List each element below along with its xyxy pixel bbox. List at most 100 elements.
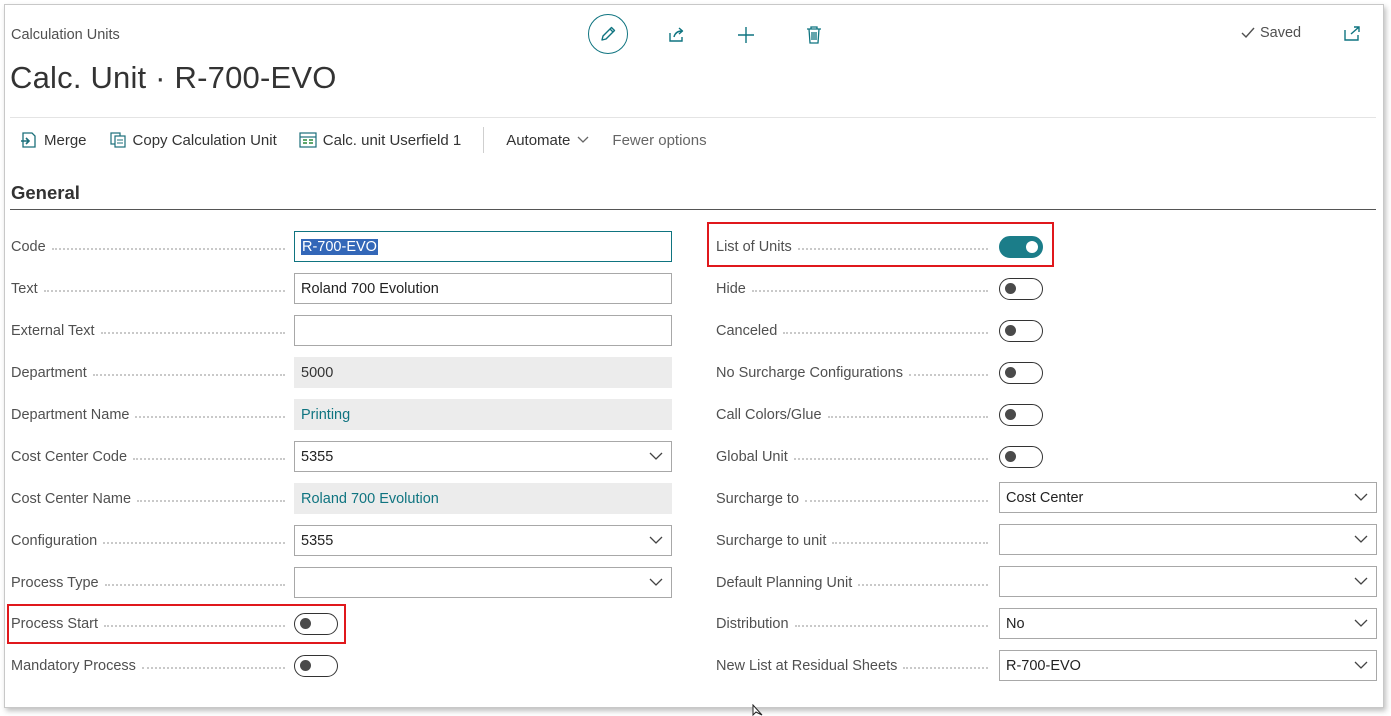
cost-center-name-label-text: Cost Center Name bbox=[11, 491, 138, 507]
call-colors-toggle[interactable] bbox=[999, 404, 1043, 426]
surcharge-to-unit-select[interactable] bbox=[999, 524, 1377, 555]
code-value: R-700-EVO bbox=[301, 238, 378, 255]
no-surcharge-label: No Surcharge Configurations bbox=[716, 363, 992, 383]
calc-unit-userfield-action[interactable]: Calc. unit Userfield 1 bbox=[299, 131, 461, 149]
text-label-text: Text bbox=[11, 281, 44, 297]
toggle-knob bbox=[300, 660, 311, 671]
new-icon bbox=[738, 27, 754, 43]
edit-button[interactable] bbox=[588, 14, 628, 54]
code-label-text: Code bbox=[11, 239, 52, 255]
no-surcharge-toggle[interactable] bbox=[999, 362, 1043, 384]
cost-center-code-label: Cost Center Code bbox=[11, 447, 289, 467]
toggle-knob bbox=[1005, 325, 1016, 336]
process-type-select[interactable] bbox=[294, 567, 672, 598]
default-planning-unit-select[interactable] bbox=[999, 566, 1377, 597]
department-field: 5000 bbox=[294, 357, 672, 388]
page-title: Calc. Unit · R-700-EVO bbox=[10, 60, 337, 95]
leader-dots bbox=[103, 542, 285, 544]
new-list-residual-label: New List at Residual Sheets bbox=[716, 656, 992, 676]
breadcrumb[interactable]: Calculation Units bbox=[11, 27, 120, 43]
open-in-new-window-button[interactable] bbox=[1340, 22, 1364, 46]
cost-center-code-select[interactable]: 5355 bbox=[294, 441, 672, 472]
leader-dots bbox=[903, 667, 988, 669]
leader-dots bbox=[133, 458, 285, 460]
chevron-down-icon bbox=[1354, 577, 1368, 585]
fewer-options-button[interactable]: Fewer options bbox=[612, 132, 706, 149]
edit-icon bbox=[601, 26, 616, 41]
leader-dots bbox=[100, 332, 285, 334]
surcharge-to-value: Cost Center bbox=[1006, 489, 1084, 506]
department-label-text: Department bbox=[11, 365, 93, 381]
department-name-field[interactable]: Printing bbox=[294, 399, 672, 430]
canceled-toggle[interactable] bbox=[999, 320, 1043, 342]
merge-icon bbox=[21, 132, 36, 148]
distribution-select[interactable]: No bbox=[999, 608, 1377, 639]
leader-dots bbox=[141, 667, 285, 669]
text-input[interactable]: Roland 700 Evolution bbox=[294, 273, 672, 304]
userfield-icon bbox=[299, 132, 317, 148]
header-divider bbox=[10, 117, 1376, 118]
department-name-value: Printing bbox=[301, 406, 351, 423]
new-button[interactable] bbox=[733, 22, 759, 48]
leader-dots bbox=[135, 416, 285, 418]
code-input[interactable]: R-700-EVO bbox=[294, 231, 672, 262]
leader-dots bbox=[43, 290, 285, 292]
delete-icon bbox=[807, 26, 821, 44]
automate-menu[interactable]: Automate bbox=[506, 132, 590, 149]
configuration-label: Configuration bbox=[11, 531, 289, 551]
hide-toggle[interactable] bbox=[999, 278, 1043, 300]
cost-center-name-label: Cost Center Name bbox=[11, 489, 289, 509]
canceled-label-text: Canceled bbox=[716, 323, 784, 339]
merge-action[interactable]: Merge bbox=[20, 131, 87, 149]
highlight-box bbox=[707, 222, 1054, 267]
cost-center-name-field[interactable]: Roland 700 Evolution bbox=[294, 483, 672, 514]
cost-center-name-value: Roland 700 Evolution bbox=[301, 490, 439, 507]
hide-label: Hide bbox=[716, 279, 992, 299]
process-type-label-text: Process Type bbox=[11, 575, 105, 591]
toggle-knob bbox=[1005, 409, 1016, 420]
default-planning-unit-label: Default Planning Unit bbox=[716, 573, 992, 593]
chevron-down-icon bbox=[1354, 619, 1368, 627]
leader-dots bbox=[827, 416, 988, 418]
global-unit-label: Global Unit bbox=[716, 447, 992, 467]
default-planning-unit-label-text: Default Planning Unit bbox=[716, 575, 859, 591]
toggle-knob bbox=[1005, 367, 1016, 378]
configuration-select[interactable]: 5355 bbox=[294, 525, 672, 556]
section-title-general[interactable]: General bbox=[11, 182, 80, 204]
leader-dots bbox=[832, 542, 988, 544]
toggle-knob bbox=[1005, 283, 1016, 294]
new-list-residual-value: R-700-EVO bbox=[1006, 657, 1081, 674]
global-unit-toggle[interactable] bbox=[999, 446, 1043, 468]
share-button[interactable] bbox=[664, 22, 690, 48]
external-text-label-text: External Text bbox=[11, 323, 101, 339]
cost-center-code-value: 5355 bbox=[301, 448, 334, 465]
external-text-input[interactable] bbox=[294, 315, 672, 346]
surcharge-to-unit-label-text: Surcharge to unit bbox=[716, 533, 833, 549]
share-icon bbox=[669, 27, 684, 42]
delete-button[interactable] bbox=[801, 22, 827, 48]
department-label: Department bbox=[11, 363, 289, 383]
external-text-label: External Text bbox=[11, 321, 289, 341]
copy-calculation-unit-action[interactable]: Copy Calculation Unit bbox=[109, 131, 277, 149]
text-value: Roland 700 Evolution bbox=[301, 280, 439, 297]
mandatory-process-label: Mandatory Process bbox=[11, 656, 289, 676]
chevron-down-icon bbox=[577, 136, 589, 143]
new-list-residual-select[interactable]: R-700-EVO bbox=[999, 650, 1377, 681]
no-surcharge-label-text: No Surcharge Configurations bbox=[716, 365, 909, 381]
leader-dots bbox=[783, 332, 988, 334]
mandatory-process-toggle[interactable] bbox=[294, 655, 338, 677]
department-name-label-text: Department Name bbox=[11, 407, 136, 423]
leader-dots bbox=[51, 248, 285, 250]
distribution-label-text: Distribution bbox=[716, 616, 795, 632]
surcharge-to-select[interactable]: Cost Center bbox=[999, 482, 1377, 513]
chevron-down-icon bbox=[1354, 661, 1368, 669]
canceled-label: Canceled bbox=[716, 321, 992, 341]
cost-center-code-label-text: Cost Center Code bbox=[11, 449, 134, 465]
configuration-label-text: Configuration bbox=[11, 533, 104, 549]
fewer-options-label: Fewer options bbox=[612, 131, 707, 149]
action-separator bbox=[483, 127, 485, 153]
configuration-value: 5355 bbox=[301, 532, 334, 549]
merge-label: Merge bbox=[44, 131, 87, 149]
surcharge-to-label-text: Surcharge to bbox=[716, 491, 806, 507]
saved-label: Saved bbox=[1260, 25, 1302, 41]
